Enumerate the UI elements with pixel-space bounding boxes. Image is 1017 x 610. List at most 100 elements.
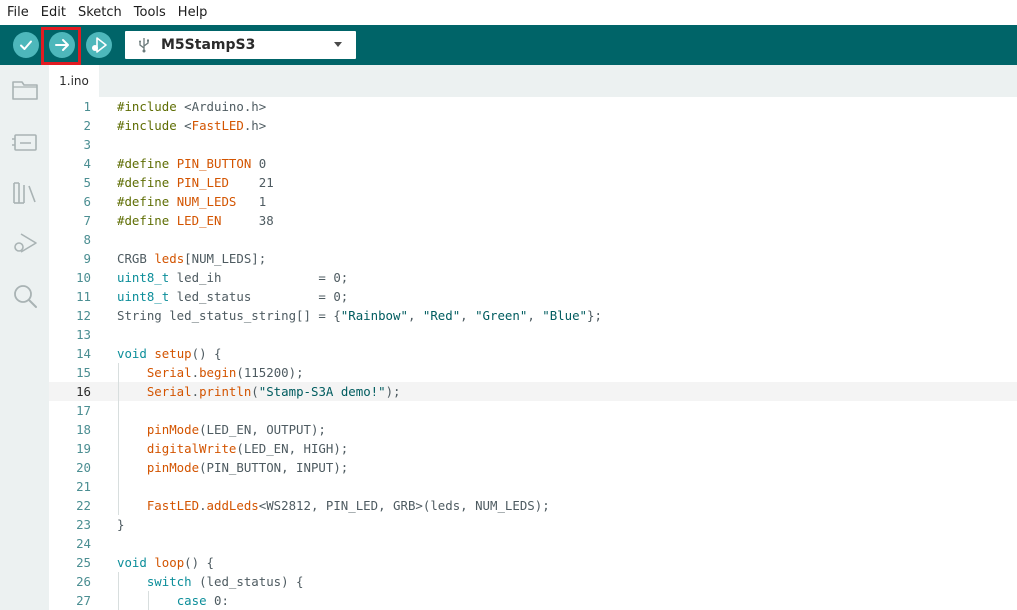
debug-icon[interactable] xyxy=(11,230,39,258)
code-line[interactable]: 18 pinMode(LED_EN, OUTPUT); xyxy=(49,420,1017,439)
line-number: 11 xyxy=(76,289,91,304)
verify-button[interactable] xyxy=(13,32,39,58)
code-text: #define NUM_LEDS 1 xyxy=(117,194,267,209)
menu-edit[interactable]: Edit xyxy=(35,0,72,25)
line-number: 25 xyxy=(76,555,91,570)
code-line[interactable]: 21 xyxy=(49,477,1017,496)
chevron-down-icon xyxy=(334,42,342,47)
code-text: #define LED_EN 38 xyxy=(117,213,274,228)
board-name: M5StampS3 xyxy=(161,37,256,53)
tab-bar: 1.ino xyxy=(49,65,1017,97)
code-editor[interactable]: 1 #include <Arduino.h> 2 #include <FastLED.… xyxy=(49,97,1017,610)
library-icon[interactable] xyxy=(11,179,39,207)
line-number: 13 xyxy=(76,327,91,342)
code-line[interactable]: 27 case 0: xyxy=(49,591,1017,610)
code-line[interactable]: 23} xyxy=(49,515,1017,534)
indent-guide xyxy=(148,591,149,610)
code-line[interactable]: 11 uint8_t led_status = 0; xyxy=(49,287,1017,306)
menu-sketch[interactable]: Sketch xyxy=(72,0,128,25)
usb-icon xyxy=(139,38,149,53)
menu-file[interactable]: File xyxy=(0,0,35,25)
check-icon xyxy=(20,40,32,50)
code-line[interactable]: 8 xyxy=(49,230,1017,249)
code-line[interactable]: 19 digitalWrite(LED_EN, HIGH); xyxy=(49,439,1017,458)
line-number: 17 xyxy=(76,403,91,418)
code-text: #include <FastLED.h> xyxy=(117,118,267,133)
code-text: pinMode(LED_EN, OUTPUT); xyxy=(146,422,326,437)
folder-icon[interactable] xyxy=(11,76,39,104)
line-number: 5 xyxy=(83,175,91,190)
search-icon[interactable] xyxy=(11,282,39,310)
sidebar xyxy=(0,65,49,610)
line-number: 18 xyxy=(76,422,91,437)
line-number: 10 xyxy=(76,270,91,285)
line-number: 22 xyxy=(76,498,91,513)
code-text: switch (led_status) { xyxy=(146,574,304,589)
code-text: String led_status_string[] = {"Rainbow",… xyxy=(117,308,602,323)
code-line[interactable]: 5 #define PIN_LED 21 xyxy=(49,173,1017,192)
code-text: FastLED.addLeds<WS2812, PIN_LED, GRB>(le… xyxy=(146,498,550,513)
line-number: 23 xyxy=(76,517,91,532)
code-line[interactable]: 2 #include <FastLED.h> xyxy=(49,116,1017,135)
code-line[interactable]: 14 void setup() { xyxy=(49,344,1017,363)
line-number: 2 xyxy=(83,118,91,133)
code-text: #include <Arduino.h> xyxy=(117,99,267,114)
code-text: digitalWrite(LED_EN, HIGH); xyxy=(146,441,349,456)
code-line[interactable]: 16 Serial.println("Stamp-S3A demo!"); xyxy=(49,382,1017,401)
code-text: void loop() { xyxy=(117,555,214,570)
code-text: #define PIN_LED 21 xyxy=(117,175,274,190)
line-number: 4 xyxy=(83,156,91,171)
code-line[interactable]: 22 FastLED.addLeds<WS2812, PIN_LED, GRB>… xyxy=(49,496,1017,515)
code-text: CRGB leds[NUM_LEDS]; xyxy=(117,251,267,266)
code-line[interactable]: 12 String led_status_string[] = {"Rainbow… xyxy=(49,306,1017,325)
code-line[interactable]: 10 uint8_t led_ih = 0; xyxy=(49,268,1017,287)
menu-help[interactable]: Help xyxy=(172,0,214,25)
menu-tools[interactable]: Tools xyxy=(128,0,172,25)
code-line[interactable]: 3 xyxy=(49,135,1017,154)
code-line[interactable]: 20 pinMode(PIN_BUTTON, INPUT); xyxy=(49,458,1017,477)
code-line[interactable]: 9 CRGB leds[NUM_LEDS]; xyxy=(49,249,1017,268)
code-text: uint8_t led_status = 0; xyxy=(117,289,349,304)
debug-button[interactable] xyxy=(86,32,112,58)
line-number: 21 xyxy=(76,479,91,494)
code-text: } xyxy=(117,517,125,532)
indent-guide xyxy=(118,572,119,610)
code-text: Serial.println("Stamp-S3A demo!"); xyxy=(146,384,401,399)
line-number: 9 xyxy=(83,251,91,266)
code-text: #define PIN_BUTTON 0 xyxy=(117,156,267,171)
code-text: case 0: xyxy=(176,593,229,608)
board-manager-icon[interactable] xyxy=(11,128,39,156)
debug-icon xyxy=(92,37,107,53)
code-line[interactable]: 26 switch (led_status) { xyxy=(49,572,1017,591)
line-number: 16 xyxy=(76,384,91,399)
code-line[interactable]: 13 xyxy=(49,325,1017,344)
line-number: 7 xyxy=(83,213,91,228)
code-line[interactable]: 17 xyxy=(49,401,1017,420)
menu-bar: File Edit Sketch Tools Help xyxy=(0,0,1017,25)
code-line[interactable]: 1 #include <Arduino.h> xyxy=(49,97,1017,116)
board-selector[interactable]: M5StampS3 xyxy=(125,31,356,59)
code-text: pinMode(PIN_BUTTON, INPUT); xyxy=(146,460,349,475)
code-text: Serial.begin(115200); xyxy=(146,365,304,380)
line-number: 1 xyxy=(83,99,91,114)
line-number: 14 xyxy=(76,346,91,361)
upload-button-highlight xyxy=(41,27,81,65)
code-text: void setup() { xyxy=(117,346,222,361)
line-number: 26 xyxy=(76,574,91,589)
code-line[interactable]: 7 #define LED_EN 38 xyxy=(49,211,1017,230)
line-number: 3 xyxy=(83,137,91,152)
code-text: uint8_t led_ih = 0; xyxy=(117,270,349,285)
line-number: 15 xyxy=(76,365,91,380)
tab-1-ino[interactable]: 1.ino xyxy=(49,65,99,97)
line-number: 20 xyxy=(76,460,91,475)
line-number: 6 xyxy=(83,194,91,209)
code-line[interactable]: 6 #define NUM_LEDS 1 xyxy=(49,192,1017,211)
line-number: 19 xyxy=(76,441,91,456)
code-line[interactable]: 24 xyxy=(49,534,1017,553)
code-line[interactable]: 15 Serial.begin(115200); xyxy=(49,363,1017,382)
code-line[interactable]: 4 #define PIN_BUTTON 0 xyxy=(49,154,1017,173)
line-number: 27 xyxy=(76,593,91,608)
line-number: 24 xyxy=(76,536,91,551)
indent-guide xyxy=(118,363,119,515)
code-line[interactable]: 25 void loop() { xyxy=(49,553,1017,572)
